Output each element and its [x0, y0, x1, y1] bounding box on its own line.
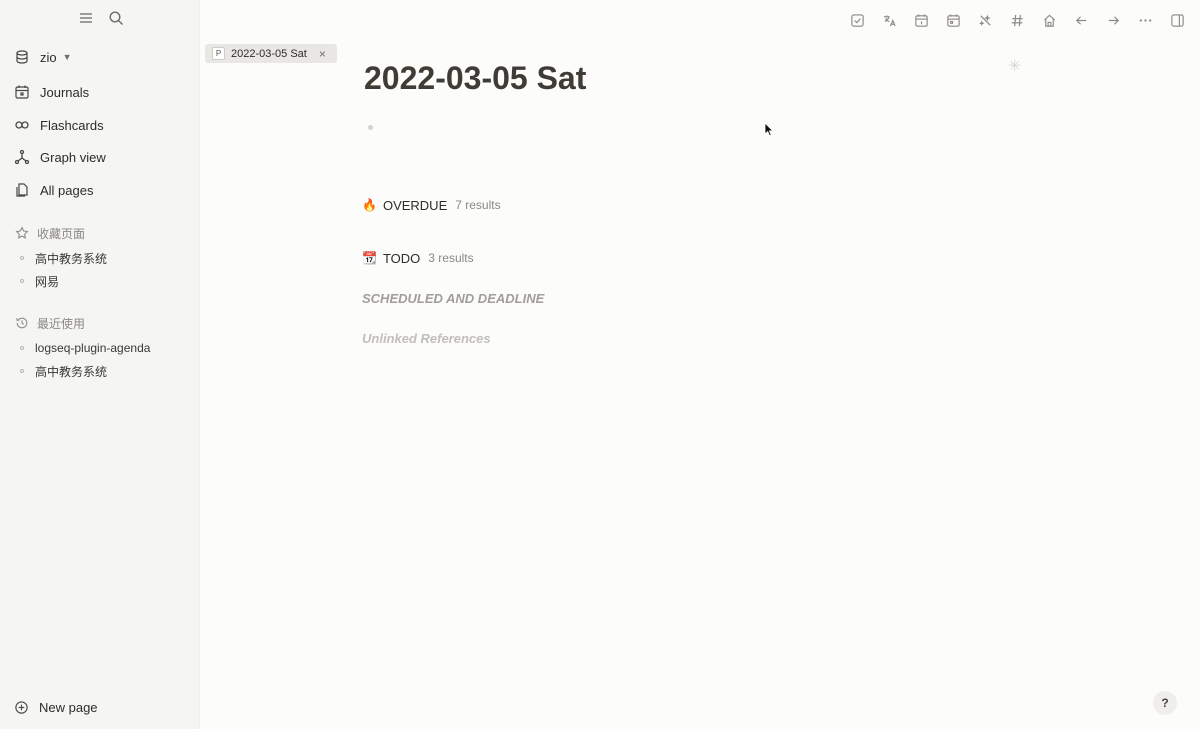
sidebar-item-journals[interactable]: Journals — [14, 80, 89, 104]
new-page-button[interactable]: New page — [14, 697, 98, 717]
scheduled-and-deadline-header[interactable]: SCHEDULED AND DEADLINE — [362, 291, 544, 306]
pages-icon — [14, 182, 30, 198]
sidebar-item-all-pages[interactable]: All pages — [14, 178, 93, 202]
history-icon — [15, 316, 29, 330]
graph-selector[interactable]: zio ▼ — [14, 45, 72, 69]
close-icon[interactable]: × — [319, 48, 326, 60]
bullet-icon — [20, 256, 24, 260]
sidebar-top-controls — [78, 10, 124, 26]
bullet-icon — [20, 369, 24, 373]
page-type-badge: P — [212, 47, 225, 60]
sidebar-item-flashcards[interactable]: Flashcards — [14, 113, 104, 137]
unlinked-references-header[interactable]: Unlinked References — [362, 331, 491, 346]
calendar-emoji-icon: 📆 — [362, 251, 377, 265]
recent-item-label: 高中教务系统 — [35, 364, 108, 379]
favorite-item-label: 网易 — [35, 274, 60, 289]
right-sidebar-toggle-icon[interactable] — [1169, 12, 1186, 29]
new-page-label: New page — [39, 699, 98, 715]
sidebar-item-label: Flashcards — [40, 117, 104, 133]
fire-icon: 🔥 — [362, 198, 377, 212]
query-count: 3 results — [428, 251, 474, 265]
hashtag-icon[interactable] — [1009, 12, 1026, 29]
arrow-right-icon[interactable] — [1105, 12, 1122, 29]
loading-spinner-icon: ✳ — [1008, 58, 1022, 75]
more-icon[interactable] — [1137, 12, 1154, 29]
tab-page[interactable]: P 2022-03-05 Sat × — [205, 44, 337, 63]
query-todo[interactable]: 📆 TODO 3 results — [362, 248, 474, 268]
top-toolbar — [849, 12, 1186, 29]
bullet-icon — [20, 279, 24, 283]
favorite-item-label: 高中教务系统 — [35, 251, 108, 266]
star-icon — [15, 226, 29, 240]
recent-title: 最近使用 — [37, 316, 86, 331]
recent-item[interactable]: 高中教务系统 — [20, 361, 107, 381]
infinity-icon — [14, 117, 30, 133]
mouse-cursor-icon — [764, 122, 774, 142]
favorite-item[interactable]: 网易 — [20, 271, 59, 291]
block-bullet[interactable] — [368, 125, 373, 130]
plus-circle-icon — [14, 700, 29, 715]
database-icon — [14, 49, 30, 65]
graph-name: zio — [40, 49, 57, 65]
translate-icon[interactable] — [881, 12, 898, 29]
tab-label: 2022-03-05 Sat — [231, 47, 307, 60]
calendar-icon[interactable] — [945, 12, 962, 29]
sidebar-item-label: Graph view — [40, 149, 106, 165]
search-icon[interactable] — [108, 10, 124, 26]
calendar-icon — [14, 84, 30, 100]
bullet-icon — [20, 346, 24, 350]
sidebar-item-label: Journals — [40, 84, 90, 100]
sidebar-item-graph-view[interactable]: Graph view — [14, 145, 106, 169]
recent-header[interactable]: 最近使用 — [15, 313, 85, 333]
home-icon[interactable] — [1041, 12, 1058, 29]
caret-down-icon: ▼ — [62, 52, 72, 62]
checkbox-icon[interactable] — [849, 12, 866, 29]
help-button[interactable]: ? — [1153, 691, 1177, 715]
left-sidebar: zio ▼ Journals Flashcards Graph view All… — [0, 0, 200, 729]
calendar-today-icon[interactable] — [913, 12, 930, 29]
favorites-header[interactable]: 收藏页面 — [15, 223, 85, 243]
query-label: TODO — [382, 250, 421, 266]
favorites-title: 收藏页面 — [37, 226, 86, 241]
arrow-left-icon[interactable] — [1073, 12, 1090, 29]
recent-item[interactable]: logseq-plugin-agenda — [20, 338, 150, 358]
wand-icon[interactable] — [977, 12, 994, 29]
sidebar-item-label: All pages — [40, 182, 94, 198]
query-count: 7 results — [455, 198, 501, 212]
graph-icon — [14, 149, 30, 165]
recent-item-label: logseq-plugin-agenda — [35, 341, 151, 355]
query-overdue[interactable]: 🔥 OVERDUE 7 results — [362, 195, 501, 215]
favorite-item[interactable]: 高中教务系统 — [20, 248, 107, 268]
menu-icon[interactable] — [78, 10, 94, 26]
query-label: OVERDUE — [382, 197, 448, 213]
page-title[interactable]: 2022-03-05 Sat — [364, 60, 586, 97]
